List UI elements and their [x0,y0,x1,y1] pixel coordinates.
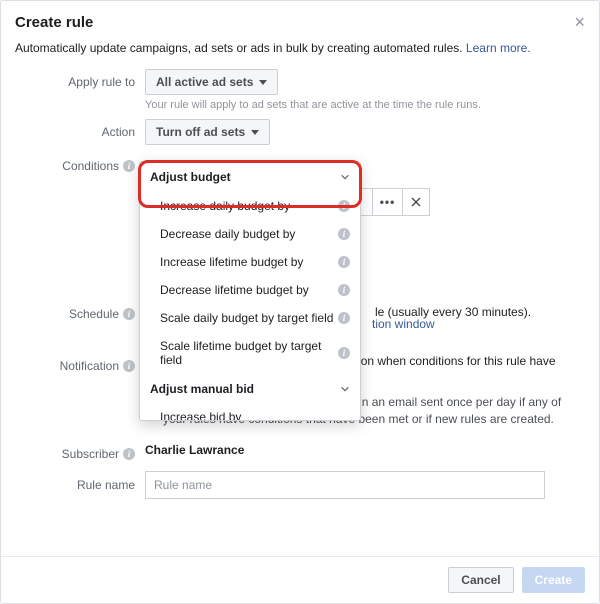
notification-label: Notification i [15,353,145,373]
modal-title: Create rule [15,14,93,31]
dropdown-item-increase-bid[interactable]: Increase bid by [140,404,360,420]
condition-field-controls: ••• [356,188,430,216]
caret-down-icon [251,130,259,135]
info-icon[interactable]: i [338,284,350,296]
condition-remove-button[interactable] [402,188,430,216]
apply-row: Apply rule to All active ad sets Your ru… [15,69,585,111]
rule-name-label: Rule name [15,471,145,492]
subscriber-label: Subscriber i [15,441,145,461]
info-icon[interactable]: i [123,448,135,460]
dropdown-item-increase-lifetime-budget[interactable]: Increase lifetime budget by i [140,248,360,276]
dropdown-group-adjust-budget[interactable]: Adjust budget [140,162,360,192]
cancel-button[interactable]: Cancel [448,567,513,593]
apply-hint: Your rule will apply to ad sets that are… [145,99,585,111]
chevron-down-icon [340,172,350,182]
rule-name-input[interactable] [145,471,545,499]
info-icon[interactable]: i [338,256,350,268]
info-icon[interactable]: i [338,312,350,324]
subscriber-name: Charlie Lawrance [145,441,585,457]
description-text: Automatically update campaigns, ad sets … [15,41,466,55]
modal-footer: Cancel Create [1,556,599,603]
modal-header: Create rule × [15,13,585,37]
info-icon[interactable]: i [123,308,135,320]
schedule-label: Schedule i [15,301,145,321]
conditions-label: Conditions i [15,153,145,173]
dropdown-item-decrease-daily-budget[interactable]: Decrease daily budget by i [140,220,360,248]
dropdown-item-scale-daily-budget[interactable]: Scale daily budget by target field i [140,304,360,332]
action-select[interactable]: Turn off ad sets [145,119,270,145]
apply-label: Apply rule to [15,69,145,89]
caret-down-icon [259,80,267,85]
create-rule-modal: Create rule × Automatically update campa… [0,0,600,604]
info-icon[interactable]: i [338,347,350,359]
chevron-down-icon [340,384,350,394]
condition-more-button[interactable]: ••• [372,188,402,216]
close-icon[interactable]: × [574,13,585,31]
action-dropdown[interactable]: Adjust budget Increase daily budget by i… [139,161,361,421]
info-icon[interactable]: i [338,200,350,212]
action-label: Action [15,119,145,139]
create-button[interactable]: Create [522,567,585,593]
dropdown-item-decrease-lifetime-budget[interactable]: Decrease lifetime budget by i [140,276,360,304]
dropdown-item-increase-daily-budget[interactable]: Increase daily budget by i [140,192,360,220]
info-icon[interactable]: i [123,160,135,172]
apply-rule-select[interactable]: All active ad sets [145,69,278,95]
learn-more-link[interactable]: Learn more. [466,41,531,55]
rule-name-row: Rule name [15,471,585,499]
info-icon[interactable]: i [123,360,135,372]
info-icon[interactable]: i [338,228,350,240]
modal-description: Automatically update campaigns, ad sets … [15,41,585,55]
action-value: Turn off ad sets [156,125,245,139]
dropdown-item-scale-lifetime-budget[interactable]: Scale lifetime budget by target field i [140,332,360,374]
attribution-window-link-fragment[interactable]: tion window [372,317,435,331]
apply-rule-value: All active ad sets [156,75,253,89]
action-row: Action Turn off ad sets [15,119,585,145]
subscriber-row: Subscriber i Charlie Lawrance [15,441,585,461]
dropdown-group-adjust-manual-bid[interactable]: Adjust manual bid [140,374,360,404]
